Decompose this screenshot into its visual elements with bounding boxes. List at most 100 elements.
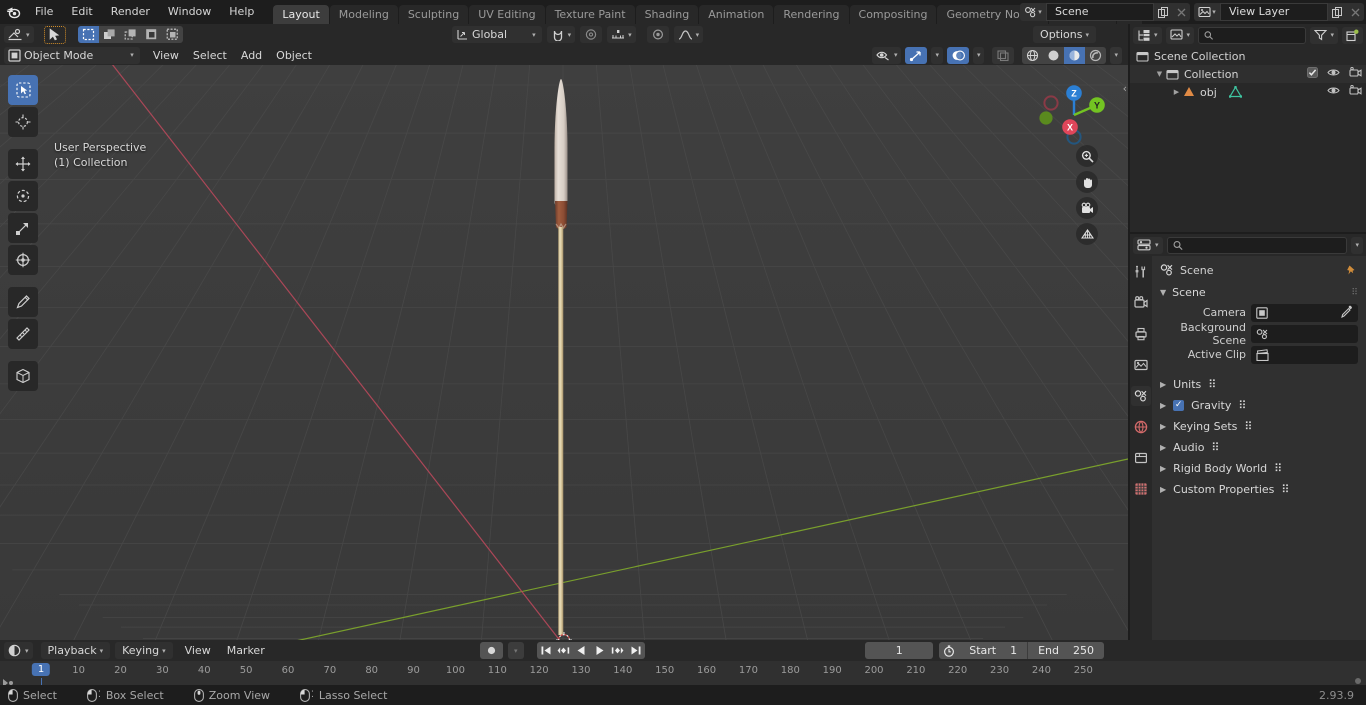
shading-wireframe-button[interactable] <box>1022 46 1044 64</box>
property-field-background-scene[interactable] <box>1251 324 1358 343</box>
select-subtract-button[interactable] <box>119 26 141 43</box>
blender-logo-icon[interactable] <box>0 0 26 24</box>
mesh-data-icon[interactable] <box>1228 86 1242 98</box>
expand-triangle-icon[interactable]: ▼ <box>1153 70 1166 78</box>
stopwatch-icon[interactable] <box>939 642 960 659</box>
menu-help[interactable]: Help <box>220 3 263 21</box>
viewport-menu-add[interactable]: Add <box>234 47 269 64</box>
view-layer-tab[interactable] <box>1131 355 1151 375</box>
render-visibility-icon[interactable] <box>1349 84 1362 99</box>
panel-audio[interactable]: ▶ Audio ⠿ <box>1152 437 1366 458</box>
next-keyframe-icon[interactable] <box>608 642 627 659</box>
rotate-tool[interactable] <box>8 181 38 211</box>
outliner-search-box[interactable] <box>1198 26 1307 44</box>
property-field-camera[interactable] <box>1251 303 1358 322</box>
outliner-filter-button[interactable]: ▾ <box>1310 26 1338 44</box>
camera-icon[interactable] <box>1076 197 1098 219</box>
scene-duplicate-button[interactable] <box>1154 3 1172 21</box>
timeline-menu-playback[interactable]: Playback ▾ <box>40 642 111 659</box>
xray-toggle[interactable] <box>992 46 1015 64</box>
scene-panel-header[interactable]: ▼ Scene ⠿ <box>1152 284 1366 301</box>
texture-tab[interactable] <box>1131 479 1151 499</box>
workspace-tab-uv-editing[interactable]: UV Editing <box>469 5 545 24</box>
visibility-icon[interactable] <box>1327 67 1340 81</box>
workspace-tab-rendering[interactable]: Rendering <box>774 5 849 24</box>
shading-solid-button[interactable] <box>1043 46 1065 64</box>
viewport-menu-view[interactable]: View <box>146 47 186 64</box>
play-reverse-icon[interactable] <box>572 642 591 659</box>
viewport-menu-select[interactable]: Select <box>186 47 234 64</box>
visibility-selector[interactable]: ▾ <box>871 46 902 64</box>
scene-name-field[interactable]: Scene <box>1046 3 1154 21</box>
zoom-icon[interactable] <box>1076 145 1098 167</box>
play-icon[interactable] <box>590 642 609 659</box>
shading-material-preview-button[interactable] <box>1064 46 1086 64</box>
output-tab[interactable] <box>1131 324 1151 344</box>
tool-tab[interactable] <box>1131 262 1151 282</box>
view-layer-delete-button[interactable] <box>1346 3 1364 21</box>
playhead[interactable]: 1 <box>31 663 51 676</box>
orthographic-icon[interactable] <box>1076 223 1098 245</box>
timeline-menu-marker[interactable]: Marker <box>220 642 272 659</box>
pan-icon[interactable] <box>1076 171 1098 193</box>
render-tab[interactable] <box>1131 293 1151 313</box>
3d-object-obj[interactable] <box>530 75 600 635</box>
select-extend-button[interactable] <box>98 26 120 43</box>
auto-keying-options[interactable]: ▾ <box>508 642 524 659</box>
workspace-tab-layout[interactable]: Layout <box>273 5 329 24</box>
transform-orientation-selector[interactable]: Global ▾ <box>452 26 542 43</box>
properties-options-dropdown[interactable]: ▾ <box>1351 236 1363 254</box>
viewport-menu-object[interactable]: Object <box>269 47 319 64</box>
snap-toggle[interactable]: ▾ <box>546 26 576 43</box>
shading-options-dropdown[interactable]: ▾ <box>1110 46 1122 64</box>
property-field-active-clip[interactable] <box>1251 345 1358 364</box>
sidebar-collapse-icon[interactable]: ‹ <box>1123 82 1127 95</box>
falloff-curve-selector[interactable]: ▾ <box>673 26 704 43</box>
outliner-row-obj[interactable]: ▶ obj <box>1130 83 1366 101</box>
overlays-toggle[interactable] <box>946 46 969 64</box>
properties-search-input[interactable] <box>1186 238 1342 252</box>
timeline-menu-keying[interactable]: Keying ▾ <box>115 642 173 659</box>
editor-type-selector[interactable]: ▾ <box>4 26 34 43</box>
outliner-search-input[interactable] <box>1217 28 1301 42</box>
panel-units[interactable]: ▶ Units ⠿ <box>1152 374 1366 395</box>
active-tool-indicator[interactable] <box>43 25 66 44</box>
object-mode-selector[interactable]: Object Mode ▾ <box>4 46 140 64</box>
cursor-tool[interactable] <box>8 107 38 137</box>
gizmo-options-dropdown[interactable]: ▾ <box>931 46 943 64</box>
add-cube-tool[interactable] <box>8 361 38 391</box>
timeline-ruler[interactable]: 10 20 30 40 50 60 70 80 90 100 110 120 130 140 150 160 1… <box>0 661 1366 687</box>
exclude-checkbox[interactable] <box>1307 67 1318 81</box>
menu-render[interactable]: Render <box>102 3 159 21</box>
options-dropdown[interactable]: Options ▾ <box>1033 26 1096 43</box>
frame-start-field[interactable]: Start 1 <box>959 642 1028 659</box>
move-tool[interactable] <box>8 149 38 179</box>
scale-tool[interactable] <box>8 213 38 243</box>
panel-rigid-body-world[interactable]: ▶ Rigid Body World ⠿ <box>1152 458 1366 479</box>
workspace-tab-texture-paint[interactable]: Texture Paint <box>545 5 635 24</box>
3d-viewport[interactable]: User Perspective (1) Collection Y Z X ‹ <box>0 65 1128 640</box>
outliner-row-scene-collection[interactable]: Scene Collection <box>1130 47 1366 65</box>
overlays-options-dropdown[interactable]: ▾ <box>972 46 985 64</box>
panel-custom-properties[interactable]: ▶ Custom Properties ⠿ <box>1152 479 1366 500</box>
menu-file[interactable]: File <box>26 3 62 21</box>
menu-window[interactable]: Window <box>159 3 220 21</box>
visibility-icon[interactable] <box>1327 85 1340 99</box>
panel-keying-sets[interactable]: ▶ Keying Sets ⠿ <box>1152 416 1366 437</box>
auto-keying-toggle[interactable] <box>480 642 503 659</box>
workspace-tab-compositing[interactable]: Compositing <box>849 5 937 24</box>
render-visibility-icon[interactable] <box>1349 66 1362 81</box>
properties-editor-type-selector[interactable]: ▾ <box>1133 236 1163 254</box>
select-invert-button[interactable] <box>140 26 162 43</box>
eyedropper-icon[interactable] <box>1341 305 1353 321</box>
object-tab[interactable] <box>1131 448 1151 468</box>
current-frame-field[interactable]: 1 <box>865 642 934 659</box>
transform-tool[interactable] <box>8 245 38 275</box>
measure-tool[interactable] <box>8 319 38 349</box>
select-set-button[interactable] <box>77 26 99 43</box>
workspace-tab-sculpting[interactable]: Sculpting <box>398 5 469 24</box>
outliner-new-collection-button[interactable] <box>1342 26 1363 44</box>
proportional-falloff-selector[interactable]: ▾ <box>607 26 636 43</box>
workspace-tab-animation[interactable]: Animation <box>699 5 774 24</box>
properties-search-box[interactable] <box>1166 236 1348 254</box>
